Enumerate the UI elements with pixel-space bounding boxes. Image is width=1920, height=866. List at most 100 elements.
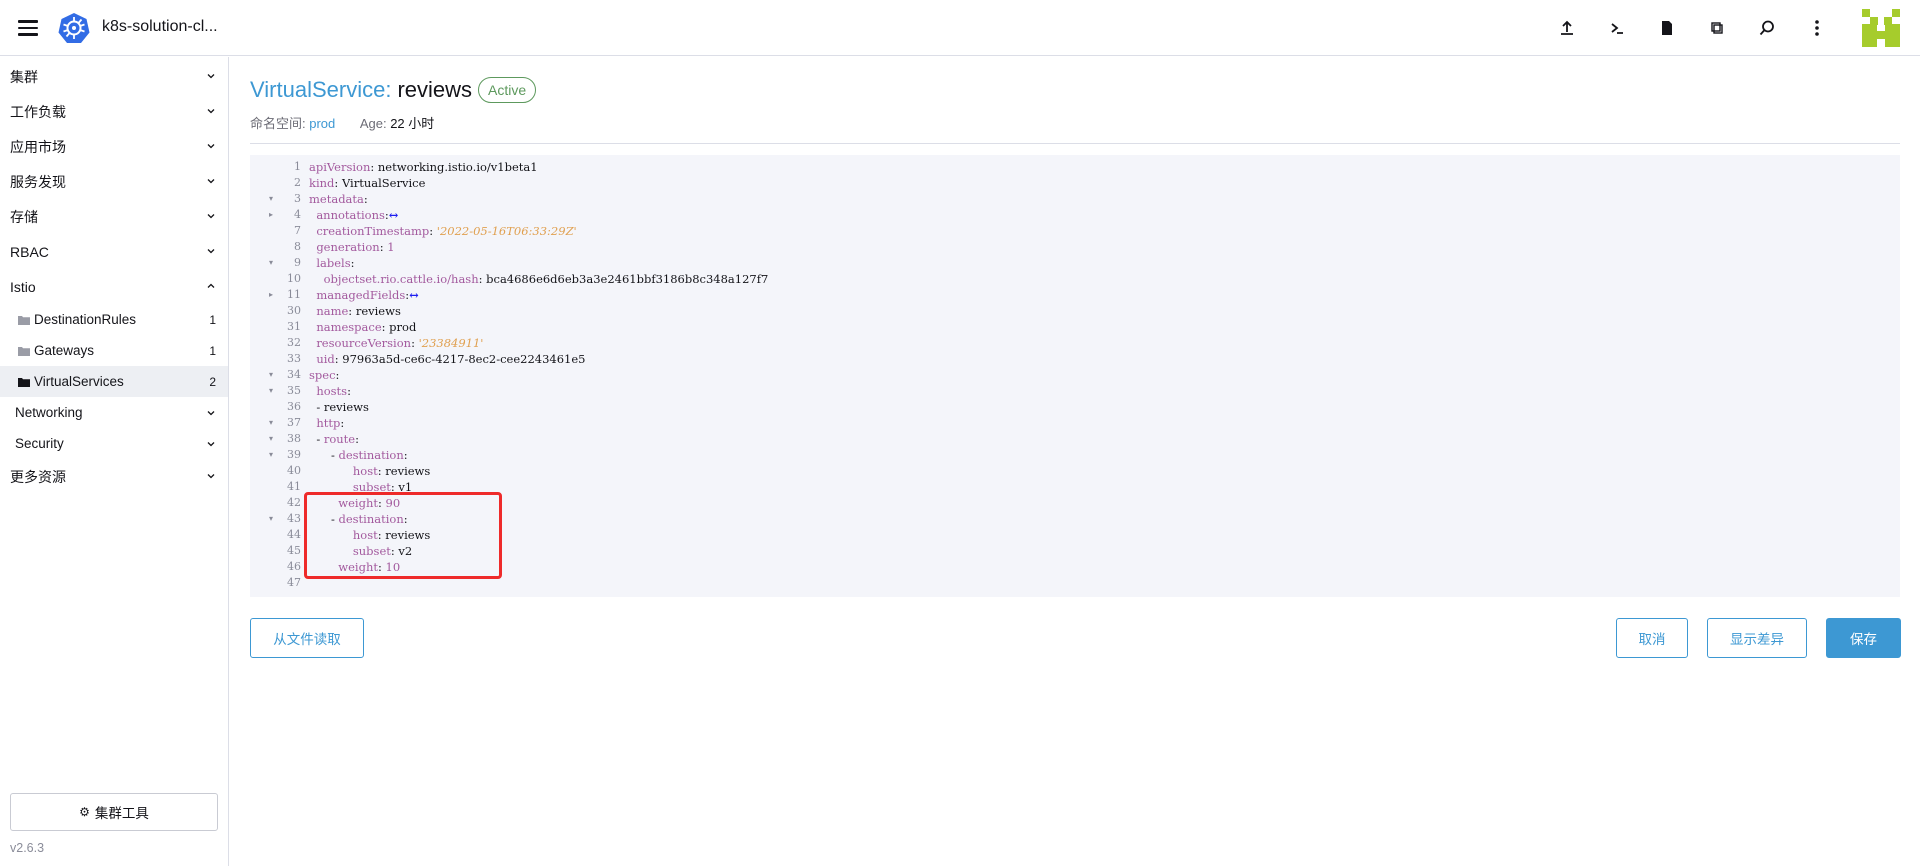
code-line[interactable]: ▾ 38 - route: (250, 431, 1900, 447)
collapsed-indicator-icon[interactable]: ↔ (409, 288, 419, 302)
line-number: 31 (287, 320, 301, 333)
fold-open-icon[interactable]: ▾ (269, 383, 279, 399)
code-token: : v1 (390, 480, 413, 494)
code-line[interactable]: ▾ 39 - destination: (250, 447, 1900, 463)
code-line[interactable]: 40 host: reviews (250, 463, 1900, 479)
read-from-file-button[interactable]: 从文件读取 (250, 618, 364, 658)
code-line[interactable]: 1 apiVersion: networking.istio.io/v1beta1 (250, 159, 1900, 175)
code-line[interactable]: 33 uid: 97963a5d-ce6c-4217-8ec2-cee22434… (250, 351, 1900, 367)
nav-subgroup-label: Security (15, 436, 64, 451)
code-line[interactable]: 10 objectset.rio.cattle.io/hash: bca4686… (250, 271, 1900, 287)
line-number: 2 (294, 176, 301, 189)
code-text: creationTimestamp: '2022-05-16T06:33:29Z… (309, 223, 576, 239)
nav-subgroup-networking[interactable]: Networking (0, 397, 228, 428)
hamburger-menu-icon[interactable] (16, 16, 40, 40)
save-button[interactable]: 保存 (1826, 618, 1901, 658)
nav-group-label: 存储 (10, 208, 38, 225)
fold-open-icon[interactable]: ▾ (269, 415, 279, 431)
file-icon[interactable] (1656, 17, 1678, 39)
sidebar-item-gateways[interactable]: Gateways 1 (0, 335, 228, 366)
nav-group-label: 工作负载 (10, 103, 66, 120)
collapsed-indicator-icon[interactable]: ↔ (389, 208, 399, 222)
code-line[interactable]: 46 weight: 10 (250, 559, 1900, 575)
code-text: resourceVersion: '23384911' (309, 335, 483, 351)
code-line[interactable]: 2 kind: VirtualService (250, 175, 1900, 191)
nav-group-rbac[interactable]: RBAC (0, 234, 228, 269)
fold-open-icon[interactable]: ▾ (269, 511, 279, 527)
fold-open-icon[interactable]: ▾ (269, 447, 279, 463)
line-number: 41 (287, 480, 301, 493)
nav-group-apps[interactable]: 应用市场 (0, 129, 228, 164)
code-line[interactable]: 36 - reviews (250, 399, 1900, 415)
yaml-editor[interactable]: 1 apiVersion: networking.istio.io/v1beta1… (250, 155, 1900, 597)
code-line[interactable]: ▾ 43 - destination: (250, 511, 1900, 527)
nav-subgroup-security[interactable]: Security (0, 428, 228, 459)
show-diff-button[interactable]: 显示差异 (1707, 618, 1807, 658)
code-line[interactable]: 44 host: reviews (250, 527, 1900, 543)
code-line[interactable]: ▾ 3 metadata: (250, 191, 1900, 207)
code-token: labels (316, 256, 351, 270)
code-line[interactable]: 31 namespace: prod (250, 319, 1900, 335)
code-text: apiVersion: networking.istio.io/v1beta1 (309, 159, 538, 175)
line-number: 46 (287, 560, 301, 573)
top-header: k8s-solution-cl... (0, 0, 1920, 56)
fold-open-icon[interactable]: ▾ (269, 255, 279, 271)
code-line[interactable]: ▾ 37 http: (250, 415, 1900, 431)
code-token: hosts (316, 384, 348, 398)
nav-group-label: 集群 (10, 68, 38, 85)
cluster-tools-button[interactable]: ⚙ 集群工具 (10, 793, 218, 831)
nav-group-more-resources[interactable]: 更多资源 (0, 459, 228, 494)
upload-icon[interactable] (1556, 17, 1578, 39)
fold-open-icon[interactable]: ▾ (269, 191, 279, 207)
line-number: 42 (287, 496, 301, 509)
fold-closed-icon[interactable]: ▸ (269, 287, 279, 303)
code-line[interactable]: 41 subset: v1 (250, 479, 1900, 495)
fold-closed-icon[interactable]: ▸ (269, 207, 279, 223)
more-vert-icon[interactable] (1806, 17, 1828, 39)
resource-count: 2 (209, 374, 216, 389)
code-line[interactable]: ▸ 4 annotations:↔ (250, 207, 1900, 223)
cancel-button[interactable]: 取消 (1616, 618, 1688, 658)
code-line[interactable]: 7 creationTimestamp: '2022-05-16T06:33:2… (250, 223, 1900, 239)
code-line[interactable]: 42 weight: 90 (250, 495, 1900, 511)
cluster-name[interactable]: k8s-solution-cl... (102, 18, 218, 36)
code-token: subset (352, 544, 391, 558)
nav-group-cluster[interactable]: 集群 (0, 59, 228, 94)
user-avatar[interactable] (1862, 9, 1900, 47)
code-line[interactable]: 47 (250, 575, 1900, 591)
namespace-link[interactable]: prod (309, 116, 335, 131)
code-line[interactable]: ▾ 34 spec: (250, 367, 1900, 383)
code-token: name (316, 304, 349, 318)
code-line[interactable]: ▾ 9 labels: (250, 255, 1900, 271)
line-number: 45 (287, 544, 301, 557)
fold-open-icon[interactable]: ▾ (269, 431, 279, 447)
kubernetes-logo-icon[interactable] (58, 12, 90, 44)
code-line[interactable]: ▸ 11 managedFields:↔ (250, 287, 1900, 303)
nav-group-service-discovery[interactable]: 服务发现 (0, 164, 228, 199)
shell-icon[interactable] (1606, 17, 1628, 39)
resource-meta: 命名空间: prod Age: 22 小时 (250, 113, 434, 132)
line-number: 43 (287, 512, 301, 525)
chevron-down-icon (207, 411, 215, 416)
resource-type-link[interactable]: VirtualService: (250, 77, 391, 103)
nav-subgroup-label: Networking (15, 405, 83, 420)
chevron-down-icon (207, 249, 215, 254)
code-token: '23384911' (418, 336, 484, 350)
age-label: Age: (359, 116, 387, 131)
line-number: 9 (294, 256, 301, 269)
code-line[interactable]: 32 resourceVersion: '23384911' (250, 335, 1900, 351)
nav-group-workload[interactable]: 工作负载 (0, 94, 228, 129)
code-line[interactable]: 30 name: reviews (250, 303, 1900, 319)
code-line[interactable]: 8 generation: 1 (250, 239, 1900, 255)
sidebar-item-destinationrules[interactable]: DestinationRules 1 (0, 304, 228, 335)
search-icon[interactable] (1756, 17, 1778, 39)
fold-open-icon[interactable]: ▾ (269, 367, 279, 383)
nav-group-storage[interactable]: 存储 (0, 199, 228, 234)
code-line[interactable]: ▾ 35 hosts: (250, 383, 1900, 399)
nav-group-istio[interactable]: Istio (0, 269, 228, 304)
code-token: : prod (381, 320, 417, 334)
code-line[interactable]: 45 subset: v2 (250, 543, 1900, 559)
sidebar-item-virtualservices[interactable]: VirtualServices 2 (0, 366, 228, 397)
code-token: managedFields (316, 288, 406, 302)
copy-icon[interactable] (1706, 17, 1728, 39)
